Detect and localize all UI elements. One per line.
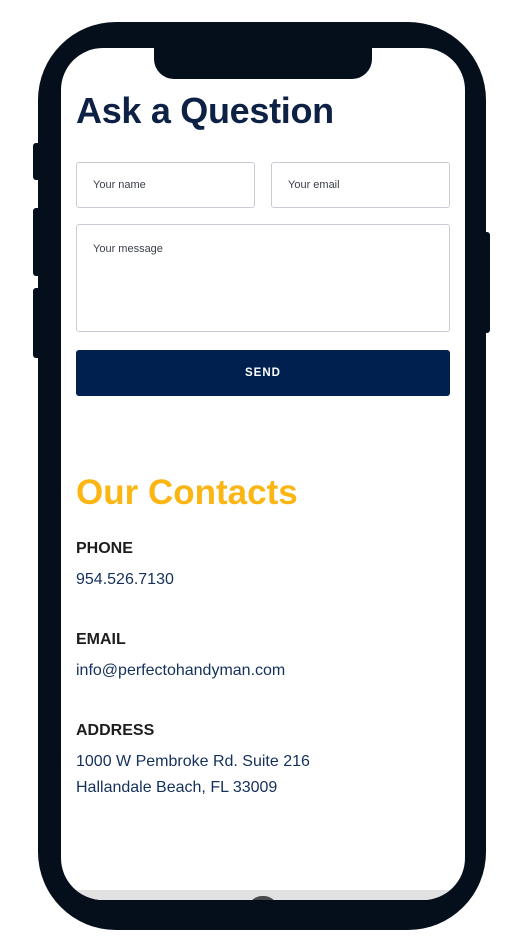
phone-label: PHONE [76, 540, 133, 557]
address-line-2: Hallandale Beach, FL 33009 [76, 779, 278, 796]
address-line-1: 1000 W Pembroke Rd. Suite 216 [76, 753, 310, 770]
phone-screen: Ask a Question SEND Our Contacts PHONE 9… [61, 48, 465, 900]
email-link[interactable]: info@perfectohandyman.com [76, 658, 285, 684]
phone-notch [154, 48, 372, 79]
name-input[interactable] [76, 162, 255, 208]
stage: Ask a Question SEND Our Contacts PHONE 9… [0, 0, 524, 952]
message-textarea[interactable] [76, 224, 450, 332]
send-button[interactable]: SEND [76, 350, 450, 396]
email-input[interactable] [271, 162, 450, 208]
ask-question-heading: Ask a Question [76, 90, 334, 131]
our-contacts-heading: Our Contacts [76, 473, 298, 512]
address-label: ADDRESS [76, 722, 155, 739]
phone-link[interactable]: 954.526.7130 [76, 567, 174, 593]
email-label: EMAIL [76, 631, 126, 648]
